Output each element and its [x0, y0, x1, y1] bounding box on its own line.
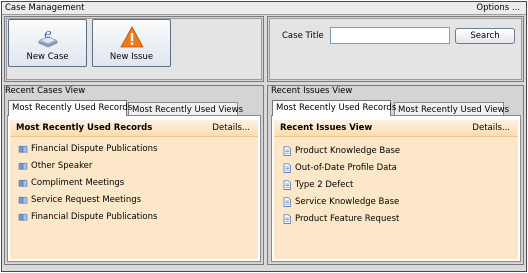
tab-most-recently-used-records[interactable]: Most Recently Used Records [8, 100, 132, 116]
issues-tab-content: Recent Issues View Details... Product Kn… [271, 115, 521, 262]
warning-icon [120, 26, 144, 48]
cases-details-link[interactable]: Details... [212, 123, 250, 133]
document-icon [283, 214, 291, 224]
new-issue-label: New Issue [109, 52, 154, 62]
window-title: Case Management [5, 3, 85, 13]
document-icon [283, 180, 291, 190]
case-title-label: Case Title [282, 31, 324, 41]
list-item-label: Product Feature Request [295, 214, 400, 224]
book-icon [18, 213, 28, 221]
document-icon [283, 146, 291, 156]
list-item-label: Out-of-Date Profile Data [295, 163, 397, 173]
new-case-label: New Case [26, 52, 69, 62]
title-bar: Case Management Options ... [2, 2, 526, 15]
document-icon [283, 163, 291, 173]
book-icon [18, 196, 28, 204]
list-item-label: Service Knowledge Base [295, 197, 400, 207]
search-panel [267, 16, 524, 82]
book-icon [18, 162, 28, 170]
issues-details-link[interactable]: Details... [472, 123, 510, 133]
svg-text:e: e [44, 27, 52, 42]
issues-list-panel: Recent Issues View Details... Product Kn… [274, 120, 518, 259]
tab-most-recently-used-records-issues[interactable]: Most Recently Used Records [272, 100, 396, 116]
recent-cases-title: Recent Cases View [5, 86, 86, 96]
book-icon [18, 145, 28, 153]
list-item-label: Financial Dispute Publications [31, 144, 158, 154]
new-case-button[interactable]: e New Case [8, 19, 87, 67]
list-item-label: Other Speaker [31, 161, 93, 171]
cases-list-header: Most Recently Used Records Details... [10, 120, 258, 137]
list-item-label: Type 2 Defect [295, 180, 354, 190]
options-link[interactable]: Options ... [476, 3, 520, 13]
case-title-input[interactable] [330, 27, 450, 44]
tab-most-recently-used-views[interactable]: Most Recently Used Views [128, 102, 243, 116]
issues-list-heading: Recent Issues View [280, 123, 373, 133]
list-item-label: Service Request Meetings [31, 195, 142, 205]
document-icon [283, 197, 291, 207]
recent-issues-title: Recent Issues View [271, 86, 353, 96]
cases-list-panel: Most Recently Used Records Details... Fi… [10, 120, 258, 259]
new-case-icon: e [38, 27, 58, 48]
search-button[interactable]: Search [455, 28, 515, 44]
cases-list-heading: Most Recently Used Records [16, 123, 153, 133]
list-item-label: Product Knowledge Base [295, 146, 401, 156]
book-icon [18, 179, 28, 187]
list-item-label: Compliment Meetings [31, 178, 125, 188]
cases-tab-content: Most Recently Used Records Details... Fi… [7, 115, 261, 262]
list-item-label: Financial Dispute Publications [31, 212, 158, 222]
new-issue-button[interactable]: New Issue [92, 19, 171, 67]
issues-list-header: Recent Issues View Details... [274, 120, 518, 137]
tab-most-recently-used-views-issues[interactable]: Most Recently Used Views [394, 102, 509, 116]
